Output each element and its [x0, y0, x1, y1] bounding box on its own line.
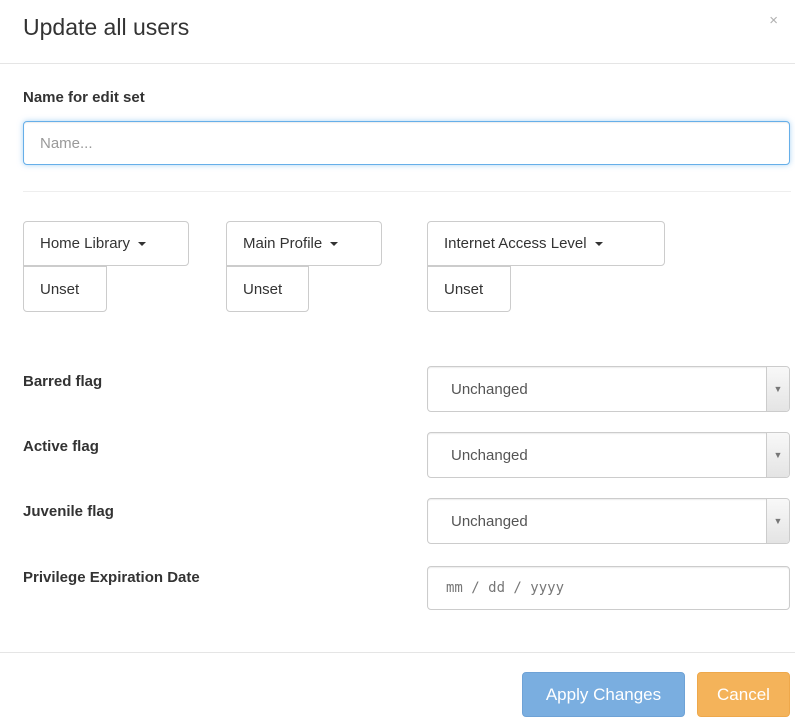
juvenile-flag-select[interactable]: Unchanged ▼	[427, 498, 790, 544]
cancel-button[interactable]: Cancel	[697, 672, 790, 717]
internet-access-level-unset-button[interactable]: Unset	[427, 266, 511, 312]
chevron-updown-icon: ▼	[766, 433, 789, 477]
active-flag-value: Unchanged	[451, 446, 528, 464]
caret-down-icon	[594, 241, 603, 246]
unset-label: Unset	[444, 280, 484, 298]
expiration-date-input[interactable]: mm / dd / yyyy	[427, 566, 790, 610]
modal-title: Update all users	[23, 14, 190, 40]
home-library-unset-button[interactable]: Unset	[23, 266, 107, 312]
caret-down-icon	[330, 241, 339, 246]
barred-flag-label: Barred flag	[23, 373, 103, 390]
apply-changes-label: Apply Changes	[545, 684, 662, 704]
juvenile-flag-label: Juvenile flag	[23, 503, 114, 520]
name-field-label: Name for edit set	[23, 89, 145, 106]
internet-access-level-dropdown[interactable]: Internet Access Level	[427, 221, 665, 266]
close-icon[interactable]: ×	[769, 12, 778, 29]
expiration-date-placeholder: mm / dd / yyyy	[446, 580, 565, 596]
juvenile-flag-value: Unchanged	[451, 512, 528, 530]
active-flag-select[interactable]: Unchanged ▼	[427, 432, 790, 478]
barred-flag-value: Unchanged	[451, 380, 528, 398]
main-profile-label: Main Profile	[243, 235, 323, 252]
apply-changes-button[interactable]: Apply Changes	[522, 672, 685, 717]
active-flag-label: Active flag	[23, 438, 99, 455]
update-users-modal: Update all users × Name for edit set Hom…	[0, 0, 795, 717]
footer-divider	[0, 652, 795, 653]
main-profile-unset-button[interactable]: Unset	[226, 266, 309, 312]
unset-label: Unset	[243, 280, 283, 298]
home-library-dropdown[interactable]: Home Library	[23, 221, 189, 266]
expiration-date-label: Privilege Expiration Date	[23, 569, 200, 586]
caret-down-icon	[138, 241, 147, 246]
chevron-updown-icon: ▼	[766, 499, 789, 543]
home-library-label: Home Library	[40, 235, 131, 252]
section-divider	[23, 191, 791, 192]
barred-flag-select[interactable]: Unchanged ▼	[427, 366, 790, 412]
internet-access-level-label: Internet Access Level	[444, 235, 587, 252]
name-input[interactable]	[23, 121, 790, 165]
main-profile-dropdown[interactable]: Main Profile	[226, 221, 382, 266]
header-divider	[0, 63, 795, 64]
unset-label: Unset	[40, 280, 80, 298]
cancel-label: Cancel	[717, 684, 770, 704]
chevron-updown-icon: ▼	[766, 367, 789, 411]
